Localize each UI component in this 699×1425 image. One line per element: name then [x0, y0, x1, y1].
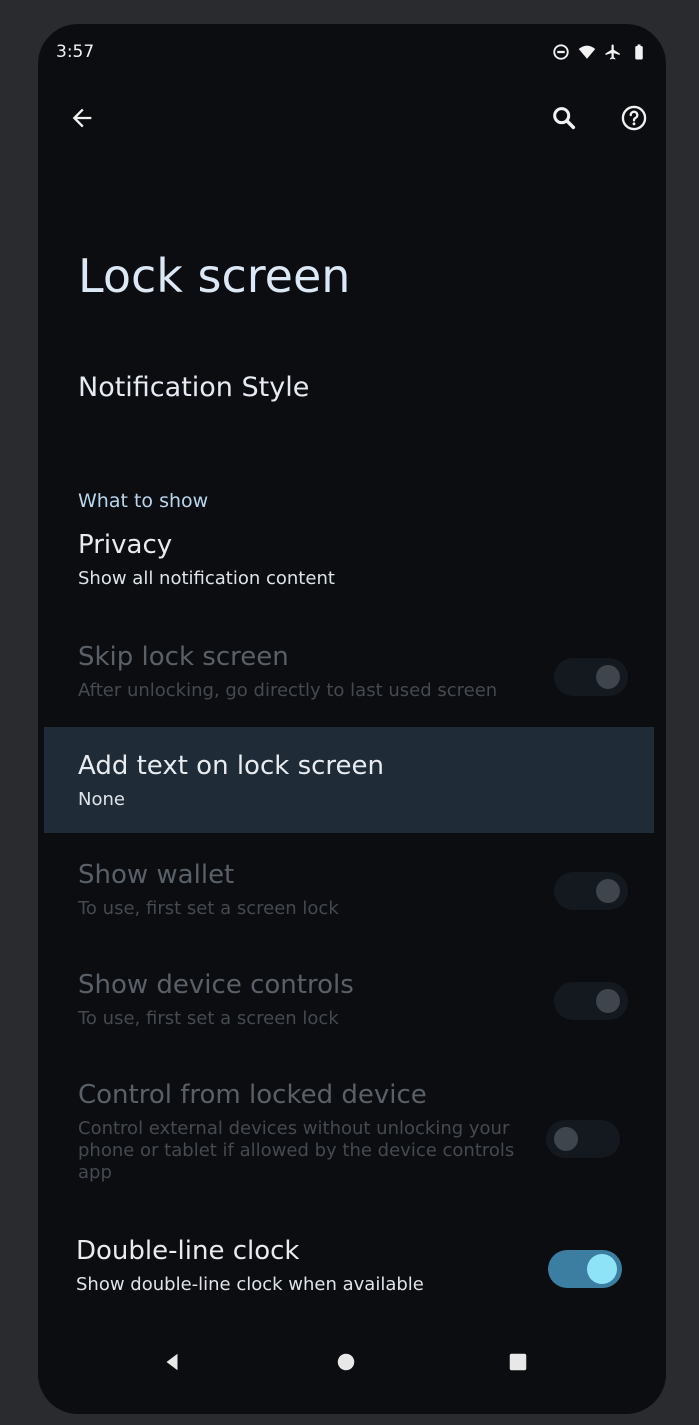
- nav-recents-button[interactable]: [500, 1344, 536, 1380]
- status-bar: 3:57: [56, 40, 648, 64]
- back-button[interactable]: [60, 96, 104, 140]
- setting-title: Skip lock screen: [78, 642, 289, 672]
- airplane-icon: [605, 44, 620, 60]
- triangle-back-icon: [166, 1353, 178, 1371]
- privacy-setting[interactable]: Privacy Show all notification content: [38, 524, 666, 604]
- setting-subtitle: None: [78, 789, 125, 810]
- setting-title: Show device controls: [78, 970, 354, 1000]
- section-label: What to show: [78, 490, 209, 512]
- double-line-clock-setting[interactable]: Double-line clock Show double-line clock…: [38, 1224, 666, 1310]
- add-text-on-lock-screen-setting[interactable]: Add text on lock screen None: [44, 727, 654, 833]
- search-button[interactable]: [542, 96, 586, 140]
- battery-icon: [635, 44, 643, 60]
- setting-title: Privacy: [78, 530, 173, 560]
- setting-subtitle: After unlocking, go directly to last use…: [78, 680, 498, 701]
- wifi-icon: [578, 45, 596, 59]
- status-icons: [552, 43, 648, 61]
- setting-title: Show wallet: [78, 860, 235, 890]
- nav-home-button[interactable]: [328, 1344, 364, 1380]
- status-time: 3:57: [56, 42, 95, 62]
- setting-subtitle-line: Control external devices without unlocki…: [78, 1118, 510, 1139]
- search-icon: [553, 107, 576, 130]
- setting-title: Control from locked device: [78, 1080, 427, 1110]
- setting-subtitle: Show double-line clock when available: [76, 1274, 424, 1295]
- screen: 3:57 Lock screen Notification Style What…: [38, 24, 666, 1414]
- setting-title: Double-line clock: [76, 1236, 300, 1266]
- phone-frame: 3:57 Lock screen Notification Style What…: [0, 0, 699, 1425]
- circle-home-icon: [337, 1353, 355, 1371]
- help-button[interactable]: [612, 96, 656, 140]
- nav-back-button[interactable]: [154, 1344, 190, 1380]
- notification-style-item[interactable]: Notification Style: [78, 372, 309, 403]
- setting-subtitle: Show all notification content: [78, 568, 335, 589]
- double-line-clock-toggle[interactable]: [548, 1250, 622, 1288]
- toggle-knob: [587, 1254, 617, 1284]
- show-device-controls-setting[interactable]: Show device controls To use, first set a…: [38, 964, 666, 1050]
- page-title: Lock screen: [78, 249, 351, 303]
- toggle-knob: [596, 665, 620, 689]
- toggle-knob: [554, 1127, 578, 1151]
- show-device-controls-toggle[interactable]: [554, 982, 628, 1020]
- setting-title: Add text on lock screen: [78, 751, 385, 781]
- control-from-locked-device-toggle[interactable]: [546, 1120, 620, 1158]
- skip-lock-screen-setting[interactable]: Skip lock screen After unlocking, go dir…: [38, 634, 666, 720]
- setting-subtitle-line: app: [78, 1162, 112, 1183]
- show-wallet-toggle[interactable]: [554, 872, 628, 910]
- setting-subtitle-line: phone or tablet if allowed by the device…: [78, 1140, 515, 1161]
- skip-lock-screen-toggle[interactable]: [554, 658, 628, 696]
- control-from-locked-device-setting[interactable]: Control from locked device Control exter…: [38, 1074, 666, 1204]
- do-not-disturb-icon: [553, 44, 569, 60]
- navigation-bar: [38, 1344, 666, 1404]
- setting-subtitle: To use, first set a screen lock: [78, 898, 339, 919]
- arrow-left-icon: [72, 108, 92, 128]
- toggle-knob: [596, 879, 620, 903]
- help-icon: [621, 105, 647, 131]
- show-wallet-setting[interactable]: Show wallet To use, first set a screen l…: [38, 854, 666, 940]
- setting-subtitle: To use, first set a screen lock: [78, 1008, 339, 1029]
- toggle-knob: [596, 989, 620, 1013]
- square-recents-icon: [509, 1353, 527, 1371]
